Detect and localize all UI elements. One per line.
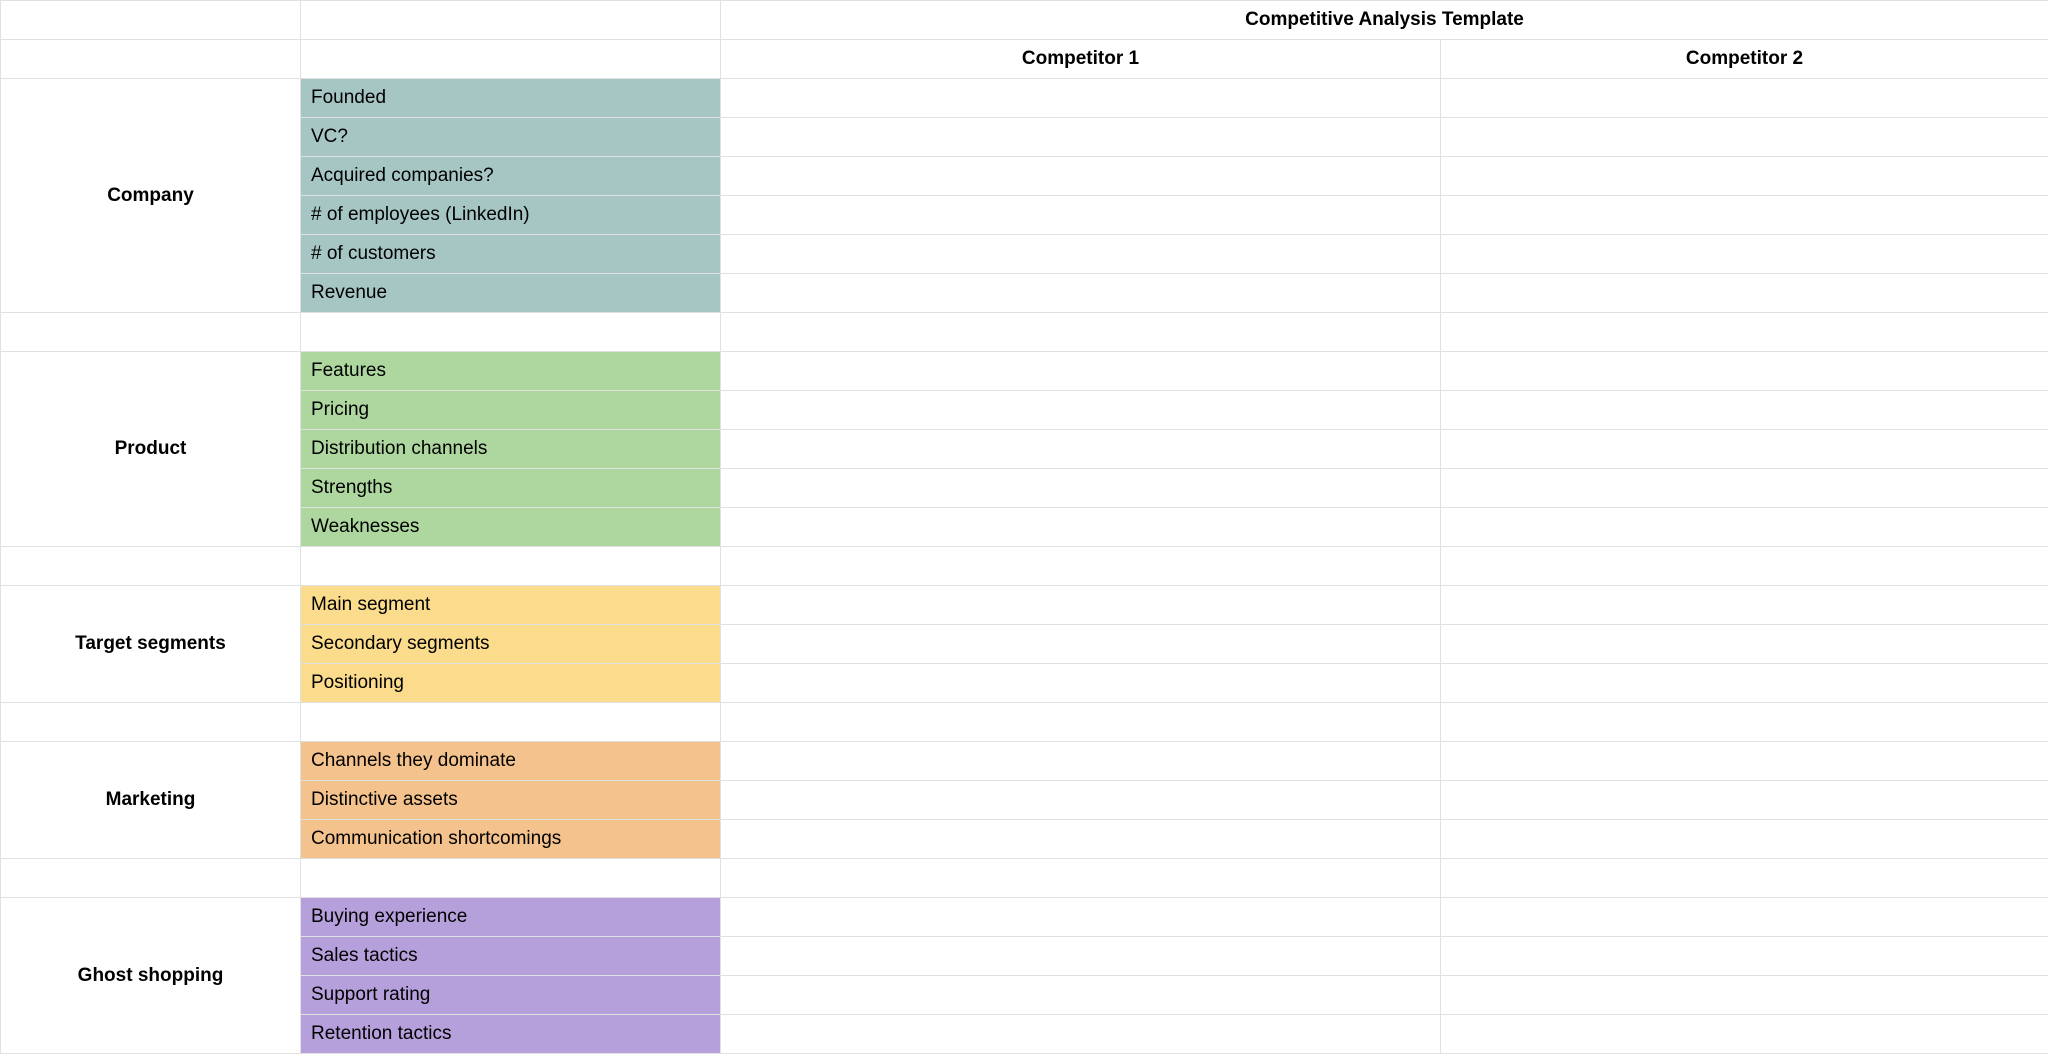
data-cell-competitor-1[interactable]	[721, 118, 1441, 157]
spacer-cell[interactable]	[721, 703, 1441, 742]
data-cell-competitor-2[interactable]	[1441, 1015, 2048, 1054]
data-cell-competitor-2[interactable]	[1441, 586, 2048, 625]
data-cell-competitor-2[interactable]	[1441, 508, 2048, 547]
spacer-cell[interactable]	[1, 313, 301, 352]
sheet-title: Competitive Analysis Template	[721, 1, 2048, 40]
attribute-label[interactable]: Pricing	[301, 391, 721, 430]
spacer-cell[interactable]	[721, 859, 1441, 898]
spacer-cell[interactable]	[301, 313, 721, 352]
spacer-cell[interactable]	[721, 547, 1441, 586]
attribute-label[interactable]: Strengths	[301, 469, 721, 508]
spacer-cell[interactable]	[1, 859, 301, 898]
attribute-label[interactable]: Secondary segments	[301, 625, 721, 664]
attribute-label[interactable]: # of customers	[301, 235, 721, 274]
data-cell-competitor-2[interactable]	[1441, 118, 2048, 157]
data-cell-competitor-1[interactable]	[721, 976, 1441, 1015]
section-label: Marketing	[1, 742, 301, 859]
data-cell-competitor-1[interactable]	[721, 196, 1441, 235]
data-cell-competitor-1[interactable]	[721, 391, 1441, 430]
data-cell-competitor-1[interactable]	[721, 274, 1441, 313]
data-cell-competitor-1[interactable]	[721, 79, 1441, 118]
data-cell-competitor-2[interactable]	[1441, 664, 2048, 703]
data-cell-competitor-2[interactable]	[1441, 937, 2048, 976]
section-label: Target segments	[1, 586, 301, 703]
data-cell-competitor-2[interactable]	[1441, 79, 2048, 118]
attribute-label[interactable]: Channels they dominate	[301, 742, 721, 781]
data-cell-competitor-1[interactable]	[721, 157, 1441, 196]
data-cell-competitor-1[interactable]	[721, 781, 1441, 820]
attribute-label[interactable]: Buying experience	[301, 898, 721, 937]
spacer-cell[interactable]	[721, 313, 1441, 352]
attribute-label[interactable]: Features	[301, 352, 721, 391]
attribute-label[interactable]: VC?	[301, 118, 721, 157]
data-cell-competitor-2[interactable]	[1441, 742, 2048, 781]
spacer-cell[interactable]	[1, 703, 301, 742]
data-cell-competitor-2[interactable]	[1441, 625, 2048, 664]
attribute-label[interactable]: Communication shortcomings	[301, 820, 721, 859]
data-cell-competitor-1[interactable]	[721, 235, 1441, 274]
attribute-label[interactable]: Retention tactics	[301, 1015, 721, 1054]
section-label: Product	[1, 352, 301, 547]
data-cell-competitor-1[interactable]	[721, 820, 1441, 859]
data-cell-competitor-2[interactable]	[1441, 430, 2048, 469]
attribute-label[interactable]: Sales tactics	[301, 937, 721, 976]
data-cell-competitor-2[interactable]	[1441, 898, 2048, 937]
data-cell-competitor-2[interactable]	[1441, 352, 2048, 391]
cell-blank[interactable]	[301, 1, 721, 40]
competitive-analysis-table[interactable]: Competitive Analysis TemplateCompetitor …	[0, 0, 2048, 1054]
data-cell-competitor-1[interactable]	[721, 1015, 1441, 1054]
attribute-label[interactable]: # of employees (LinkedIn)	[301, 196, 721, 235]
data-cell-competitor-1[interactable]	[721, 430, 1441, 469]
data-cell-competitor-2[interactable]	[1441, 235, 2048, 274]
data-cell-competitor-2[interactable]	[1441, 274, 2048, 313]
data-cell-competitor-1[interactable]	[721, 508, 1441, 547]
data-cell-competitor-1[interactable]	[721, 742, 1441, 781]
attribute-label[interactable]: Acquired companies?	[301, 157, 721, 196]
cell-blank[interactable]	[301, 40, 721, 79]
spacer-cell[interactable]	[1441, 703, 2048, 742]
attribute-label[interactable]: Revenue	[301, 274, 721, 313]
data-cell-competitor-1[interactable]	[721, 352, 1441, 391]
attribute-label[interactable]: Weaknesses	[301, 508, 721, 547]
data-cell-competitor-2[interactable]	[1441, 820, 2048, 859]
data-cell-competitor-2[interactable]	[1441, 781, 2048, 820]
spacer-cell[interactable]	[301, 547, 721, 586]
data-cell-competitor-2[interactable]	[1441, 157, 2048, 196]
spacer-cell[interactable]	[1441, 859, 2048, 898]
data-cell-competitor-1[interactable]	[721, 898, 1441, 937]
data-cell-competitor-1[interactable]	[721, 664, 1441, 703]
data-cell-competitor-2[interactable]	[1441, 469, 2048, 508]
data-cell-competitor-1[interactable]	[721, 937, 1441, 976]
attribute-label[interactable]: Founded	[301, 79, 721, 118]
data-cell-competitor-1[interactable]	[721, 586, 1441, 625]
attribute-label[interactable]: Distribution channels	[301, 430, 721, 469]
data-cell-competitor-2[interactable]	[1441, 976, 2048, 1015]
data-cell-competitor-1[interactable]	[721, 625, 1441, 664]
data-cell-competitor-1[interactable]	[721, 469, 1441, 508]
header-competitor-2[interactable]: Competitor 2	[1441, 40, 2048, 79]
spacer-cell[interactable]	[301, 859, 721, 898]
attribute-label[interactable]: Distinctive assets	[301, 781, 721, 820]
section-label: Ghost shopping	[1, 898, 301, 1054]
attribute-label[interactable]: Support rating	[301, 976, 721, 1015]
data-cell-competitor-2[interactable]	[1441, 196, 2048, 235]
attribute-label[interactable]: Main segment	[301, 586, 721, 625]
spacer-cell[interactable]	[301, 703, 721, 742]
spacer-cell[interactable]	[1441, 547, 2048, 586]
cell-blank[interactable]	[1, 1, 301, 40]
spacer-cell[interactable]	[1, 547, 301, 586]
attribute-label[interactable]: Positioning	[301, 664, 721, 703]
cell-blank[interactable]	[1, 40, 301, 79]
spacer-cell[interactable]	[1441, 313, 2048, 352]
header-competitor-1[interactable]: Competitor 1	[721, 40, 1441, 79]
data-cell-competitor-2[interactable]	[1441, 391, 2048, 430]
section-label: Company	[1, 79, 301, 313]
